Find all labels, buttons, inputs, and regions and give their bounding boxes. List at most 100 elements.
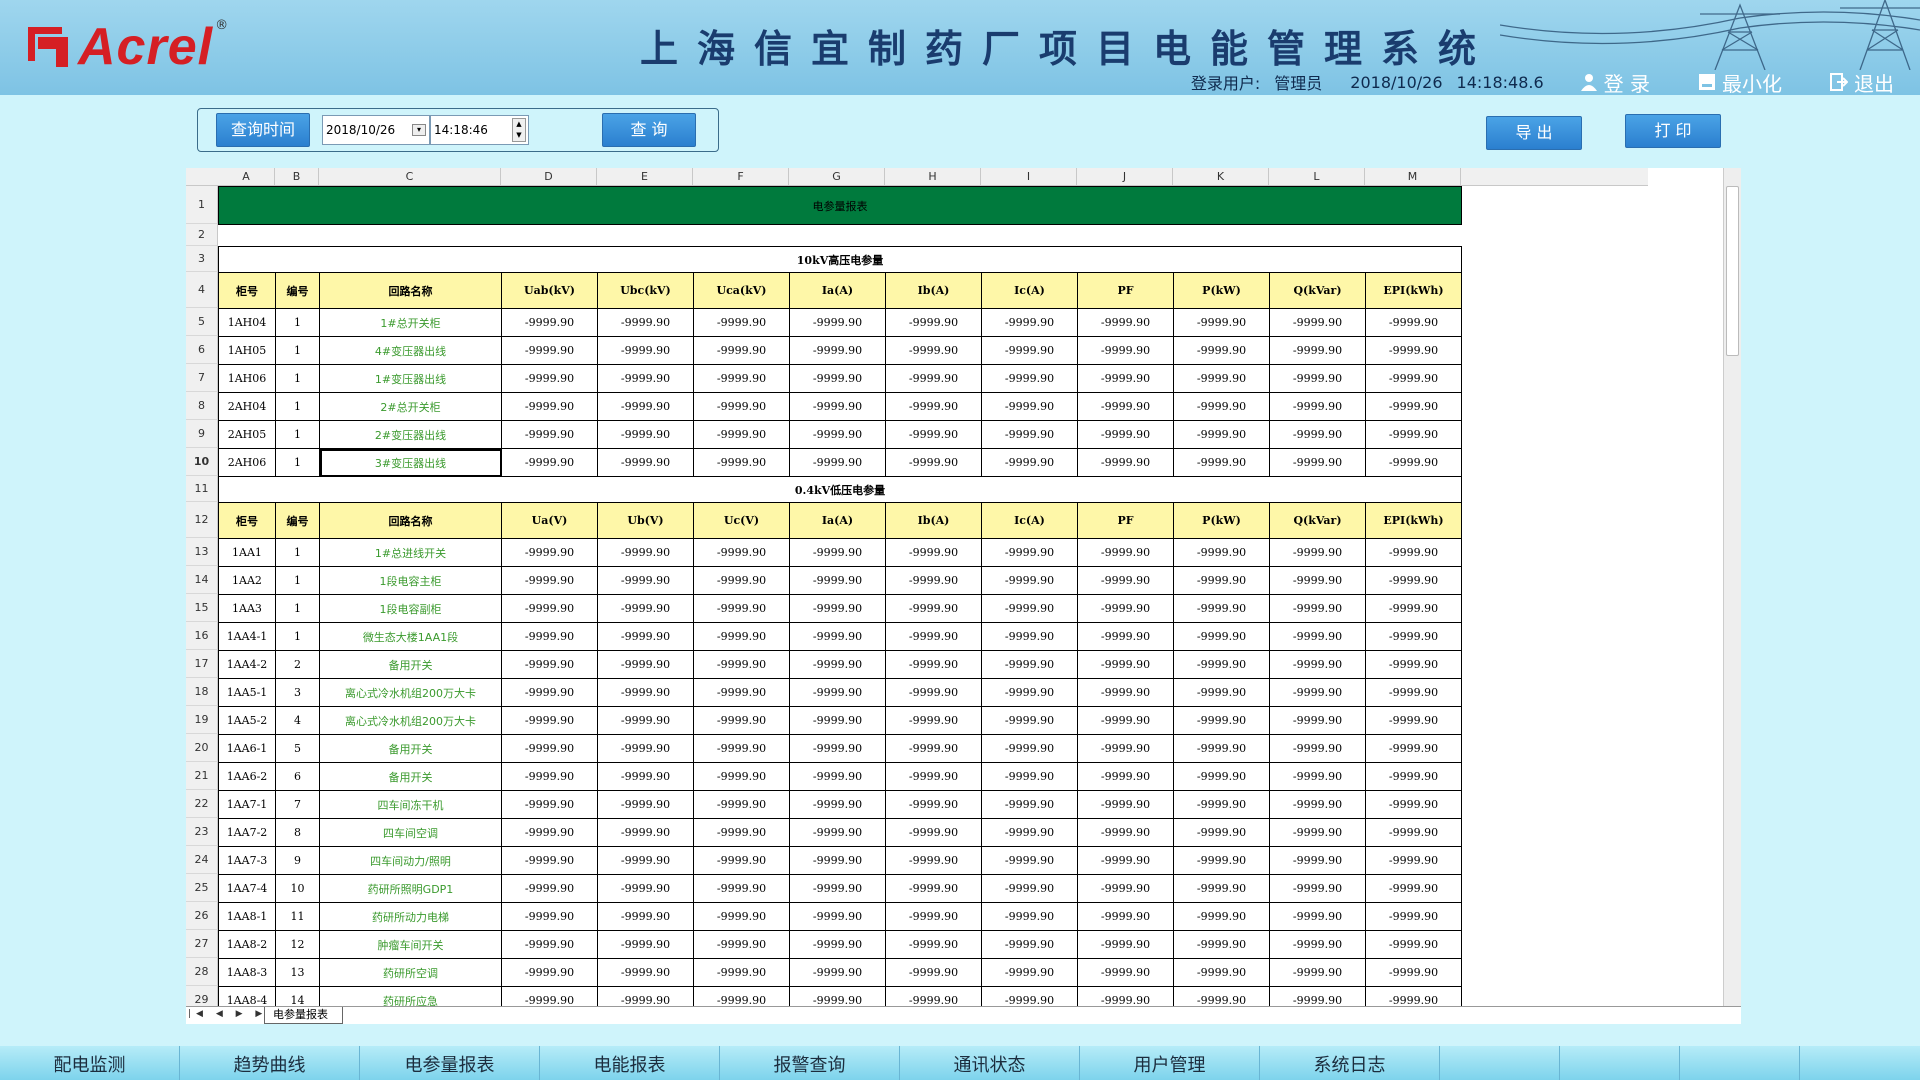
column-header-b[interactable]: B bbox=[275, 168, 319, 186]
circuit-name-cell[interactable]: 4#变压器出线 bbox=[319, 336, 502, 365]
number-cell[interactable]: 1 bbox=[275, 538, 320, 567]
value-cell[interactable]: -9999.90 bbox=[981, 448, 1078, 477]
value-cell[interactable]: -9999.90 bbox=[1365, 818, 1462, 847]
value-cell[interactable]: -9999.90 bbox=[1365, 902, 1462, 931]
cabinet-cell[interactable]: 1AA5-1 bbox=[218, 678, 276, 707]
value-cell[interactable]: -9999.90 bbox=[981, 392, 1078, 421]
value-cell[interactable]: -9999.90 bbox=[597, 846, 694, 875]
time-picker[interactable]: 14:18:46 ▲ ▼ bbox=[430, 115, 529, 145]
value-cell[interactable]: -9999.90 bbox=[501, 538, 598, 567]
value-cell[interactable]: -9999.90 bbox=[693, 308, 790, 337]
number-cell[interactable]: 12 bbox=[275, 930, 320, 959]
value-cell[interactable]: -9999.90 bbox=[981, 846, 1078, 875]
value-cell[interactable]: -9999.90 bbox=[1269, 874, 1366, 903]
row-number[interactable]: 4 bbox=[186, 272, 218, 308]
vertical-scrollbar[interactable] bbox=[1723, 168, 1741, 1011]
value-cell[interactable]: -9999.90 bbox=[1173, 392, 1270, 421]
value-cell[interactable]: -9999.90 bbox=[981, 762, 1078, 791]
cabinet-cell[interactable]: 1AA7-2 bbox=[218, 818, 276, 847]
value-cell[interactable]: -9999.90 bbox=[1365, 846, 1462, 875]
value-cell[interactable]: -9999.90 bbox=[501, 958, 598, 987]
export-button[interactable]: 导 出 bbox=[1486, 116, 1582, 150]
circuit-name-cell[interactable]: 2#总开关柜 bbox=[319, 392, 502, 421]
value-cell[interactable]: -9999.90 bbox=[501, 678, 598, 707]
row-number[interactable]: 27 bbox=[186, 930, 218, 958]
value-cell[interactable]: -9999.90 bbox=[1269, 678, 1366, 707]
value-cell[interactable]: -9999.90 bbox=[1077, 846, 1174, 875]
cabinet-cell[interactable]: 2AH05 bbox=[218, 420, 276, 449]
column-header-d[interactable]: D bbox=[501, 168, 597, 186]
value-cell[interactable]: -9999.90 bbox=[501, 364, 598, 393]
circuit-name-cell[interactable]: 1#总进线开关 bbox=[319, 538, 502, 567]
value-cell[interactable]: -9999.90 bbox=[693, 846, 790, 875]
value-cell[interactable]: -9999.90 bbox=[693, 734, 790, 763]
circuit-name-cell[interactable]: 四车间冻干机 bbox=[319, 790, 502, 819]
value-cell[interactable]: -9999.90 bbox=[501, 706, 598, 735]
value-cell[interactable]: -9999.90 bbox=[1077, 902, 1174, 931]
value-cell[interactable]: -9999.90 bbox=[597, 308, 694, 337]
circuit-name-cell[interactable]: 四车间空调 bbox=[319, 818, 502, 847]
value-cell[interactable]: -9999.90 bbox=[789, 706, 886, 735]
row-number[interactable]: 21 bbox=[186, 762, 218, 790]
value-cell[interactable]: -9999.90 bbox=[789, 734, 886, 763]
value-cell[interactable]: -9999.90 bbox=[693, 790, 790, 819]
value-cell[interactable]: -9999.90 bbox=[501, 818, 598, 847]
value-cell[interactable]: -9999.90 bbox=[1365, 392, 1462, 421]
value-cell[interactable]: -9999.90 bbox=[885, 930, 982, 959]
value-cell[interactable]: -9999.90 bbox=[885, 392, 982, 421]
value-cell[interactable]: -9999.90 bbox=[981, 930, 1078, 959]
value-cell[interactable]: -9999.90 bbox=[1077, 538, 1174, 567]
column-header-m[interactable]: M bbox=[1365, 168, 1461, 186]
value-cell[interactable]: -9999.90 bbox=[597, 336, 694, 365]
value-cell[interactable]: -9999.90 bbox=[1269, 706, 1366, 735]
value-cell[interactable]: -9999.90 bbox=[1365, 420, 1462, 449]
value-cell[interactable]: -9999.90 bbox=[981, 336, 1078, 365]
value-cell[interactable]: -9999.90 bbox=[597, 762, 694, 791]
nav-item-8[interactable]: 系统日志 bbox=[1260, 1046, 1440, 1080]
value-cell[interactable]: -9999.90 bbox=[1365, 594, 1462, 623]
cabinet-cell[interactable]: 1AA4-1 bbox=[218, 622, 276, 651]
value-cell[interactable]: -9999.90 bbox=[597, 958, 694, 987]
value-cell[interactable]: -9999.90 bbox=[1173, 678, 1270, 707]
exit-button[interactable]: 退出 bbox=[1830, 68, 1908, 95]
value-cell[interactable]: -9999.90 bbox=[981, 706, 1078, 735]
cabinet-cell[interactable]: 1AA7-3 bbox=[218, 846, 276, 875]
column-header-l[interactable]: L bbox=[1269, 168, 1365, 186]
value-cell[interactable]: -9999.90 bbox=[1173, 790, 1270, 819]
row-number[interactable]: 24 bbox=[186, 846, 218, 874]
circuit-name-cell[interactable]: 1#变压器出线 bbox=[319, 364, 502, 393]
circuit-name-cell[interactable]: 微生态大楼1AA1段 bbox=[319, 622, 502, 651]
query-time-button[interactable]: 查询时间 bbox=[216, 113, 310, 147]
row-number[interactable]: 18 bbox=[186, 678, 218, 706]
value-cell[interactable]: -9999.90 bbox=[789, 874, 886, 903]
value-cell[interactable]: -9999.90 bbox=[1269, 650, 1366, 679]
number-cell[interactable]: 1 bbox=[275, 566, 320, 595]
value-cell[interactable]: -9999.90 bbox=[981, 566, 1078, 595]
value-cell[interactable]: -9999.90 bbox=[597, 622, 694, 651]
row-number[interactable]: 1 bbox=[186, 186, 218, 224]
number-cell[interactable]: 6 bbox=[275, 762, 320, 791]
value-cell[interactable]: -9999.90 bbox=[885, 448, 982, 477]
value-cell[interactable]: -9999.90 bbox=[1269, 902, 1366, 931]
value-cell[interactable]: -9999.90 bbox=[789, 762, 886, 791]
value-cell[interactable]: -9999.90 bbox=[693, 566, 790, 595]
value-cell[interactable]: -9999.90 bbox=[1077, 958, 1174, 987]
value-cell[interactable]: -9999.90 bbox=[885, 874, 982, 903]
value-cell[interactable]: -9999.90 bbox=[981, 958, 1078, 987]
value-cell[interactable]: -9999.90 bbox=[789, 650, 886, 679]
value-cell[interactable]: -9999.90 bbox=[789, 336, 886, 365]
value-cell[interactable]: -9999.90 bbox=[789, 594, 886, 623]
value-cell[interactable]: -9999.90 bbox=[501, 392, 598, 421]
value-cell[interactable]: -9999.90 bbox=[1173, 336, 1270, 365]
value-cell[interactable]: -9999.90 bbox=[597, 818, 694, 847]
value-cell[interactable]: -9999.90 bbox=[1269, 958, 1366, 987]
scrollbar-thumb[interactable] bbox=[1726, 186, 1739, 356]
value-cell[interactable]: -9999.90 bbox=[789, 622, 886, 651]
value-cell[interactable]: -9999.90 bbox=[789, 790, 886, 819]
value-cell[interactable]: -9999.90 bbox=[981, 364, 1078, 393]
cabinet-cell[interactable]: 1AA1 bbox=[218, 538, 276, 567]
value-cell[interactable]: -9999.90 bbox=[693, 818, 790, 847]
value-cell[interactable]: -9999.90 bbox=[1077, 818, 1174, 847]
column-header-a[interactable]: A bbox=[218, 168, 275, 186]
value-cell[interactable]: -9999.90 bbox=[597, 650, 694, 679]
